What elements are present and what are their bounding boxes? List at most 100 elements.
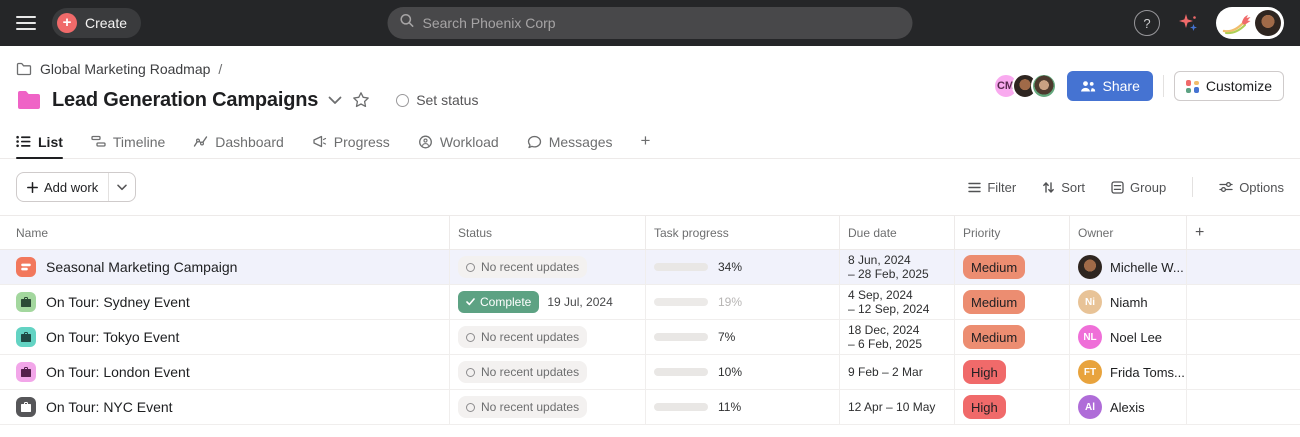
title-chevron-down-icon[interactable]: [328, 96, 342, 105]
progress-bar: [654, 403, 708, 411]
due-date-cell[interactable]: 12 Apr – 10 May: [840, 390, 955, 424]
status-cell[interactable]: No recent updates: [450, 390, 646, 424]
group-button[interactable]: Group: [1111, 180, 1166, 195]
task-name[interactable]: On Tour: NYC Event: [46, 399, 173, 415]
task-progress-cell[interactable]: 11%: [646, 390, 840, 424]
extra-cell: [1187, 285, 1300, 319]
tab-dashboard[interactable]: Dashboard: [193, 125, 284, 158]
phoenix-illustration: [1222, 11, 1254, 35]
project-item-icon: [16, 292, 36, 312]
member-avatar-photo-2[interactable]: [1031, 73, 1057, 99]
profile-menu[interactable]: [1216, 7, 1284, 39]
tab-timeline[interactable]: Timeline: [91, 125, 165, 158]
set-status-label: Set status: [416, 92, 478, 108]
breadcrumb-project-link[interactable]: Global Marketing Roadmap: [40, 61, 210, 77]
task-progress-cell[interactable]: 34%: [646, 250, 840, 284]
owner-cell[interactable]: Michelle W...: [1070, 250, 1187, 284]
favorite-star-icon[interactable]: [352, 91, 370, 109]
project-item-icon: [16, 257, 36, 277]
tab-workload[interactable]: Workload: [418, 125, 499, 158]
task-name[interactable]: Seasonal Marketing Campaign: [46, 259, 237, 275]
extra-cell: [1187, 390, 1300, 424]
owner-avatar: FT: [1078, 360, 1102, 384]
due-date-cell[interactable]: 9 Feb – 2 Mar: [840, 355, 955, 389]
owner-cell[interactable]: NLNoel Lee: [1070, 320, 1187, 354]
progress-label: 10%: [718, 365, 742, 379]
add-work-button[interactable]: Add work: [17, 173, 108, 201]
global-search[interactable]: [388, 7, 913, 39]
help-button[interactable]: ?: [1134, 10, 1160, 36]
search-input[interactable]: [423, 15, 901, 31]
task-progress-cell[interactable]: 19%: [646, 285, 840, 319]
table-row[interactable]: On Tour: Tokyo Event No recent updates 7…: [0, 320, 1300, 355]
due-date-cell[interactable]: 18 Dec, 2024– 6 Feb, 2025: [840, 320, 955, 354]
add-column-button[interactable]: +: [1187, 216, 1300, 249]
add-work-split-button: Add work: [16, 172, 136, 202]
status-cell[interactable]: Complete 19 Jul, 2024: [450, 285, 646, 319]
sidebar-toggle-icon[interactable]: [16, 16, 36, 30]
tab-list-label: List: [38, 134, 63, 150]
customize-button[interactable]: Customize: [1174, 71, 1284, 101]
status-cell[interactable]: No recent updates: [450, 250, 646, 284]
sort-button[interactable]: Sort: [1042, 180, 1085, 195]
owner-avatar: Ni: [1078, 290, 1102, 314]
priority-cell[interactable]: High: [955, 355, 1070, 389]
share-button-label: Share: [1103, 78, 1140, 94]
breadcrumb-separator: /: [218, 61, 222, 77]
status-cell[interactable]: No recent updates: [450, 320, 646, 354]
table-row[interactable]: Seasonal Marketing Campaign No recent up…: [0, 250, 1300, 285]
add-work-caret-button[interactable]: [108, 173, 135, 201]
task-name[interactable]: On Tour: Sydney Event: [46, 294, 190, 310]
table-row[interactable]: On Tour: NYC Event No recent updates 11%…: [0, 390, 1300, 425]
plus-icon: +: [57, 13, 77, 33]
task-progress-cell[interactable]: 7%: [646, 320, 840, 354]
due-date: 18 Dec, 2024– 6 Feb, 2025: [848, 323, 922, 351]
add-view-button[interactable]: +: [641, 131, 651, 153]
status-ring-icon: [396, 94, 409, 107]
extra-cell: [1187, 355, 1300, 389]
filter-button[interactable]: Filter: [968, 180, 1016, 195]
task-name[interactable]: On Tour: Tokyo Event: [46, 329, 179, 345]
table-row[interactable]: On Tour: Sydney Event Complete 19 Jul, 2…: [0, 285, 1300, 320]
owner-avatar: [1078, 255, 1102, 279]
tab-messages-label: Messages: [549, 134, 613, 150]
view-tabs: List Timeline Dashboard Progress Workloa…: [0, 125, 1300, 159]
priority-cell[interactable]: High: [955, 390, 1070, 424]
column-header-status: Status: [450, 216, 646, 249]
priority-cell[interactable]: Medium: [955, 250, 1070, 284]
priority-badge: Medium: [963, 255, 1025, 279]
due-date-cell[interactable]: 8 Jun, 2024– 28 Feb, 2025: [840, 250, 955, 284]
status-circle-icon: [466, 368, 475, 377]
owner-cell[interactable]: NiNiamh: [1070, 285, 1187, 319]
tab-timeline-label: Timeline: [113, 134, 165, 150]
project-item-icon: [16, 362, 36, 382]
due-date-cell[interactable]: 4 Sep, 2024– 12 Sep, 2024: [840, 285, 955, 319]
create-button[interactable]: + Create: [52, 8, 141, 38]
column-header-owner: Owner: [1070, 216, 1187, 249]
tab-list[interactable]: List: [16, 125, 63, 158]
tab-progress[interactable]: Progress: [312, 125, 390, 158]
table-header-row: Name Status Task progress Due date Prior…: [0, 215, 1300, 250]
ai-sparkles-icon[interactable]: [1176, 11, 1200, 35]
owner-cell[interactable]: FTFrida Toms...: [1070, 355, 1187, 389]
owner-name: Michelle W...: [1110, 260, 1184, 275]
customize-button-label: Customize: [1206, 78, 1272, 94]
priority-cell[interactable]: Medium: [955, 285, 1070, 319]
column-header-due-date: Due date: [840, 216, 955, 249]
task-progress-cell[interactable]: 10%: [646, 355, 840, 389]
status-cell[interactable]: No recent updates: [450, 355, 646, 389]
table-row[interactable]: On Tour: London Event No recent updates …: [0, 355, 1300, 390]
options-label: Options: [1239, 180, 1284, 195]
priority-cell[interactable]: Medium: [955, 320, 1070, 354]
header-divider: [1163, 75, 1164, 97]
set-status-button[interactable]: Set status: [396, 92, 478, 108]
share-button[interactable]: Share: [1067, 71, 1153, 101]
owner-name: Alexis: [1110, 400, 1145, 415]
options-button[interactable]: Options: [1219, 180, 1284, 195]
task-name[interactable]: On Tour: London Event: [46, 364, 190, 380]
column-header-priority: Priority: [955, 216, 1070, 249]
toolbar-divider: [1192, 177, 1193, 197]
tab-messages[interactable]: Messages: [527, 125, 613, 158]
owner-cell[interactable]: AlAlexis: [1070, 390, 1187, 424]
progress-bar: [654, 333, 708, 341]
